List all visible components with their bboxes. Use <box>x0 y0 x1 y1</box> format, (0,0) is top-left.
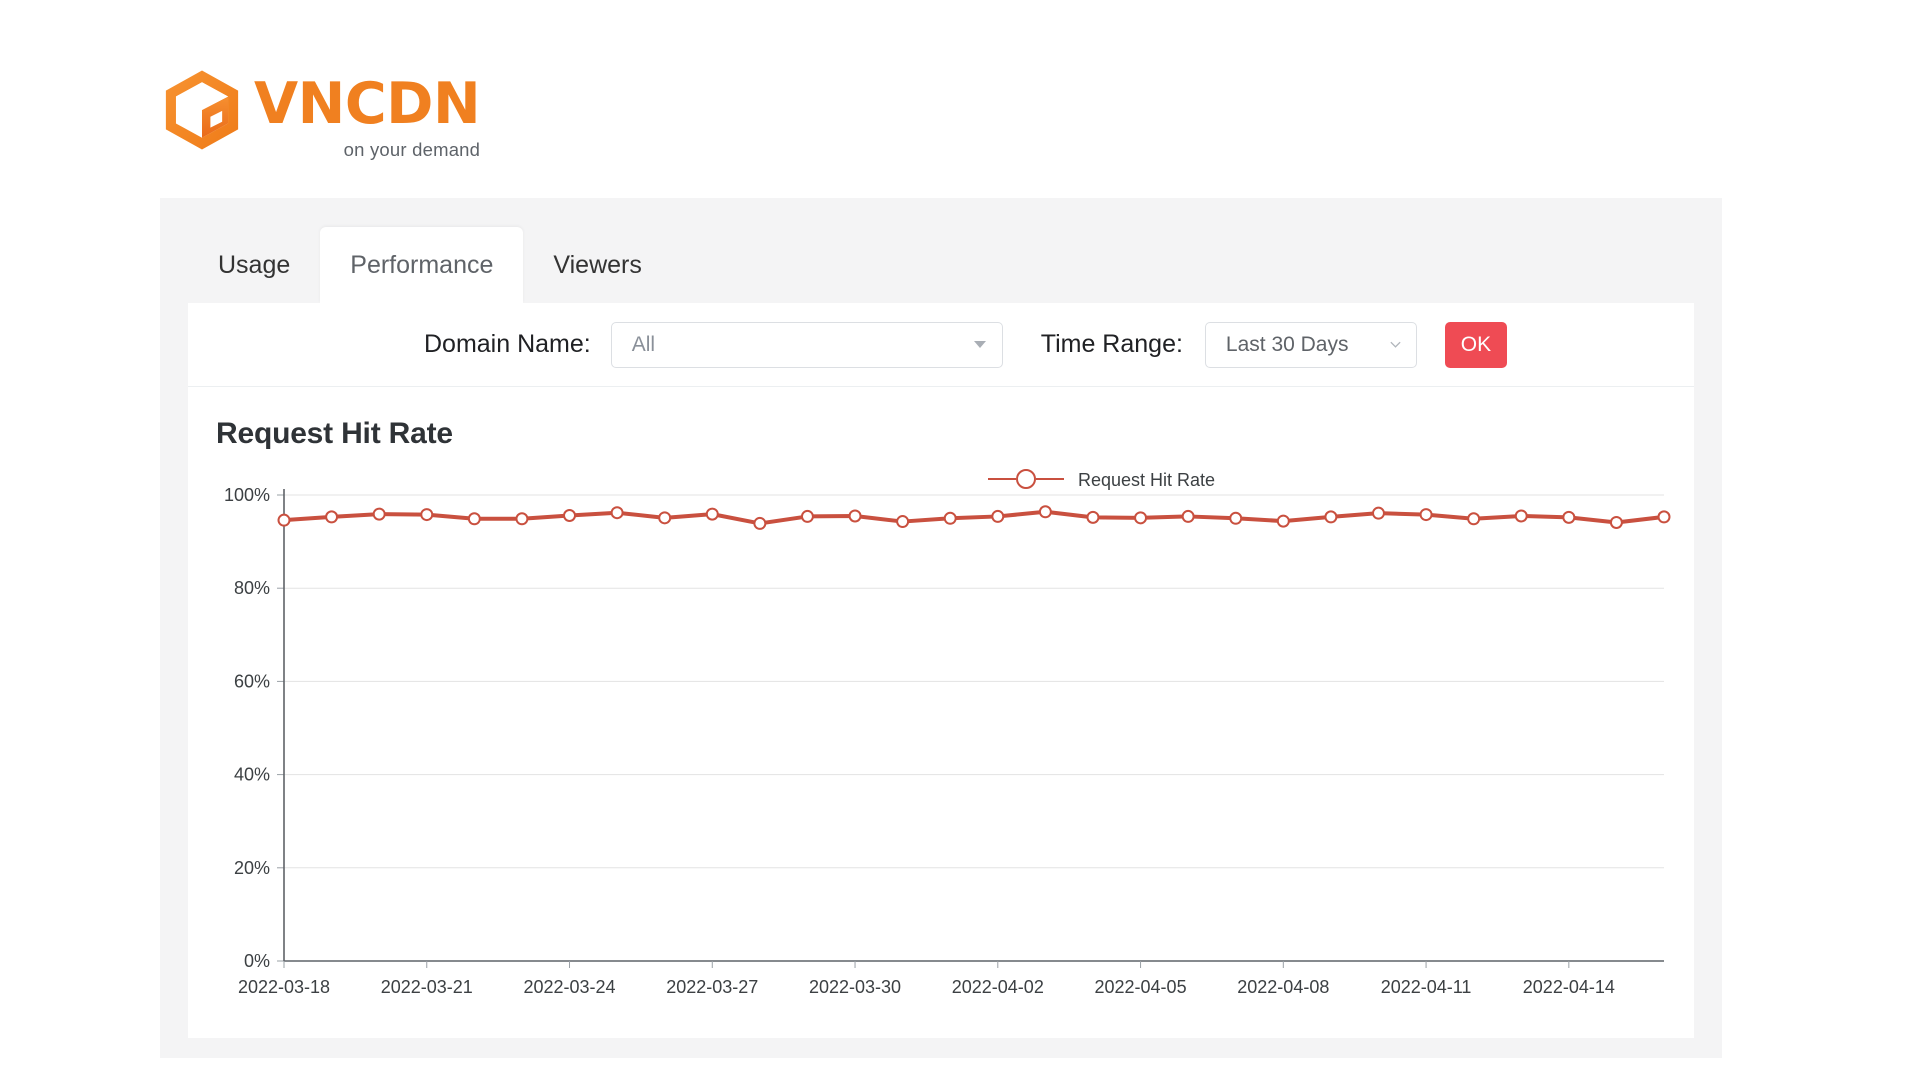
y-axis-tick-label: 60% <box>234 671 270 691</box>
y-axis-tick-label: 100% <box>224 485 270 505</box>
series-data-point[interactable] <box>1609 515 1623 529</box>
chart-legend: Request Hit Rate <box>988 469 1215 490</box>
series-data-point[interactable] <box>1324 510 1338 524</box>
series-data-point[interactable] <box>1467 512 1481 526</box>
series-data-point[interactable] <box>800 509 814 523</box>
series-data-point[interactable] <box>943 511 957 525</box>
series-data-point[interactable] <box>1419 508 1433 522</box>
filter-bar: Domain Name: All Time Range: Last 30 Day… <box>188 303 1694 387</box>
tab-viewers[interactable]: Viewers <box>523 227 671 303</box>
x-axis-tick-label: 2022-03-30 <box>809 977 901 997</box>
series-data-point[interactable] <box>1181 509 1195 523</box>
svg-text:Request Hit Rate: Request Hit Rate <box>1078 470 1215 490</box>
tab-performance-label: Performance <box>350 250 494 279</box>
series-data-point[interactable] <box>896 515 910 529</box>
series-data-point[interactable] <box>658 511 672 525</box>
series-data-point[interactable] <box>325 510 339 524</box>
series-data-point[interactable] <box>610 506 624 520</box>
series-data-point[interactable] <box>1134 511 1148 525</box>
series-data-point[interactable] <box>1276 514 1290 528</box>
brand-name: VNCDN <box>254 71 481 137</box>
x-axis-tick-label: 2022-03-24 <box>523 977 615 997</box>
series-data-point[interactable] <box>1371 506 1385 520</box>
brand-tagline: on your demand <box>343 139 481 160</box>
chevron-down-icon <box>1389 338 1402 351</box>
x-axis-tick-label: 2022-04-02 <box>952 977 1044 997</box>
y-axis-tick-label: 20% <box>234 858 270 878</box>
domain-name-select[interactable]: All <box>610 321 1003 368</box>
series-data-point[interactable] <box>1086 510 1100 524</box>
series-data-point[interactable] <box>991 509 1005 523</box>
series-data-point[interactable] <box>1657 510 1671 524</box>
x-axis-tick-label: 2022-03-18 <box>238 977 330 997</box>
tab-usage[interactable]: Usage <box>188 227 320 303</box>
y-axis-tick-label: 80% <box>234 578 270 598</box>
request-hit-rate-chart: Request Hit Rate 0% 20% 40% 60% 80% 100% 2022-0… <box>188 461 1694 1031</box>
chart-title: Request Hit Rate <box>216 417 453 450</box>
series-data-point[interactable] <box>705 507 719 521</box>
domain-name-value: All <box>631 332 656 356</box>
chart-svg: Request Hit Rate 0% 20% 40% 60% 80% 100% 2022-0… <box>224 469 1671 997</box>
series-data-point[interactable] <box>420 508 434 522</box>
series-data-point[interactable] <box>372 507 386 521</box>
x-axis-tick-label: 2022-04-08 <box>1237 977 1329 997</box>
tab-viewers-label: Viewers <box>553 250 642 279</box>
x-axis-tick-label: 2022-04-05 <box>1095 977 1187 997</box>
y-axis-tick-label: 40% <box>234 765 270 785</box>
series-data-point[interactable] <box>1514 509 1528 523</box>
x-axis-tick-label: 2022-04-14 <box>1523 977 1615 997</box>
series-data-point[interactable] <box>1229 511 1243 525</box>
time-range-label: Time Range: <box>1040 330 1183 358</box>
tab-bar: Usage Performance Viewers <box>188 227 672 303</box>
series-data-point[interactable] <box>848 509 862 523</box>
performance-card: Domain Name: All Time Range: Last 30 Day… <box>188 303 1694 1038</box>
series-data-point[interactable] <box>515 512 529 526</box>
series-data-point[interactable] <box>467 512 481 526</box>
tab-usage-label: Usage <box>218 250 291 279</box>
series-data-point[interactable] <box>753 516 767 530</box>
series-data-point[interactable] <box>1562 510 1576 524</box>
series-line-request-hit-rate <box>282 509 1666 526</box>
x-axis-tick-label: 2022-03-27 <box>666 977 758 997</box>
y-axis-tick-label: 0% <box>244 951 270 971</box>
ok-button[interactable]: OK <box>1444 321 1507 368</box>
series-data-point[interactable] <box>1038 505 1052 519</box>
brand-logo[interactable]: VNCDN on your demand <box>160 68 481 161</box>
x-axis-tick-label: 2022-04-11 <box>1381 977 1472 997</box>
caret-down-icon <box>973 341 986 348</box>
time-range-value: Last 30 Days <box>1225 332 1349 356</box>
time-range-select[interactable]: Last 30 Days <box>1204 321 1417 368</box>
series-data-point[interactable] <box>563 509 577 523</box>
domain-name-label: Domain Name: <box>424 330 591 358</box>
series-data-point[interactable] <box>277 513 291 527</box>
x-axis-tick-label: 2022-03-21 <box>381 977 473 997</box>
tab-performance[interactable]: Performance <box>320 227 524 303</box>
performance-panel: Usage Performance Viewers Domain Name: A… <box>160 198 1722 1058</box>
hexagon-cube-icon <box>160 68 244 152</box>
